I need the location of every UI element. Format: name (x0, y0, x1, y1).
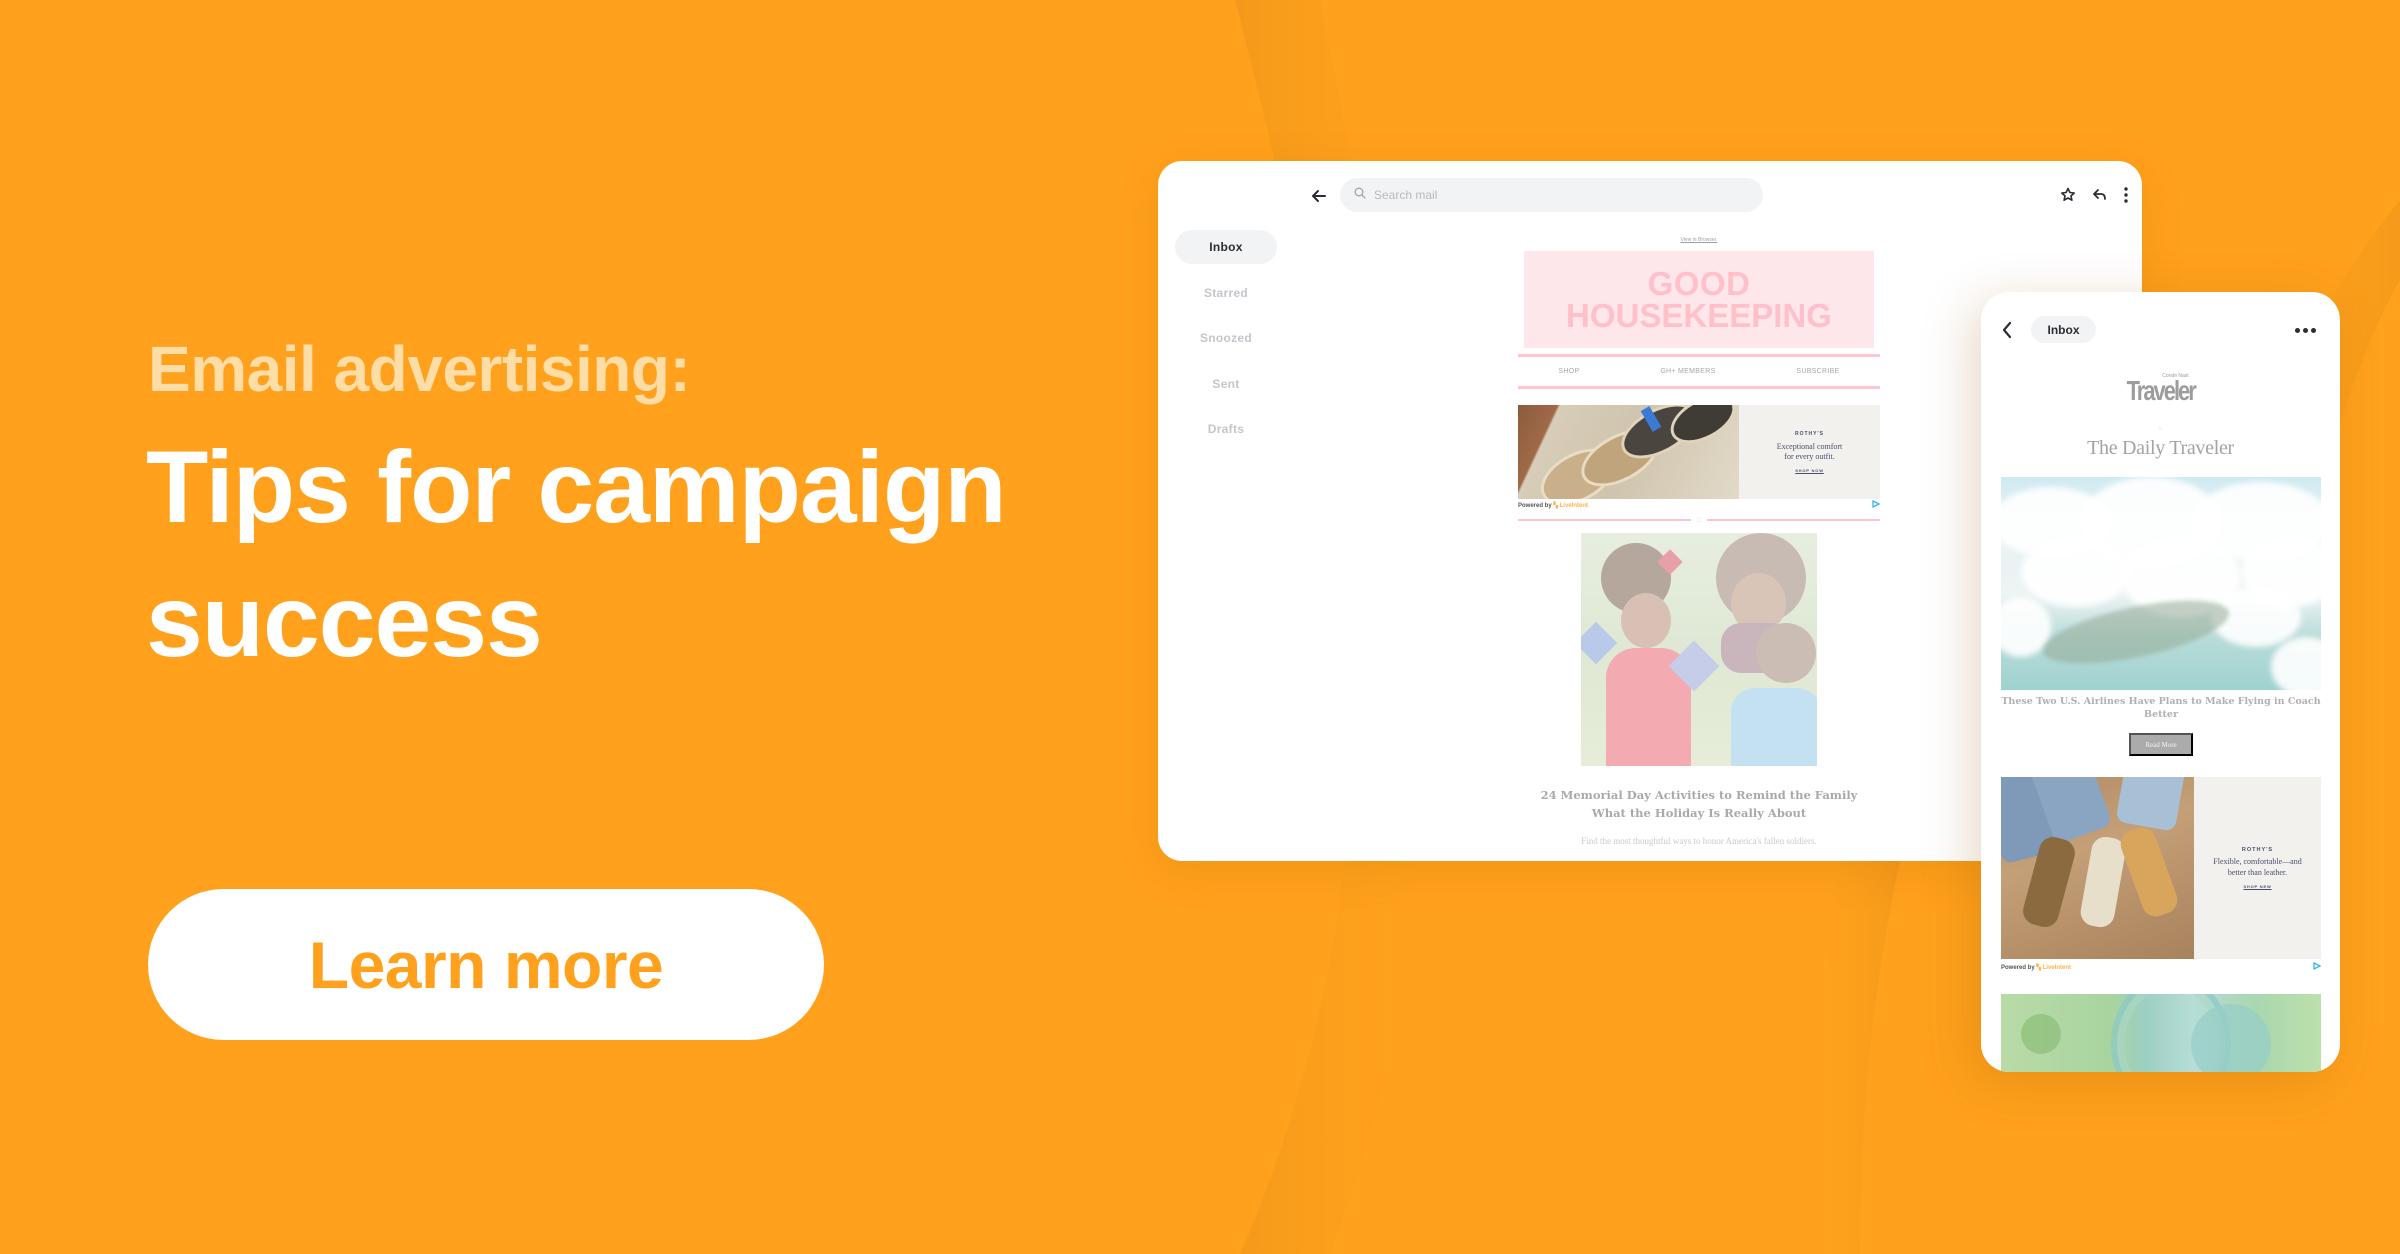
ornament-divider: ⁙ (1518, 514, 1881, 525)
liveintent-logo: ▚ LiveIntent (2036, 964, 2071, 971)
ad-brand: ROTHY'S (1794, 430, 1825, 437)
ad-shoes-image (1518, 405, 1739, 499)
headline: Tips for campaign success (146, 430, 1007, 678)
eyebrow-text: Email advertising: (148, 333, 691, 405)
ad-text: Flexible, comfortable—and better than le… (2213, 857, 2301, 879)
native-ad[interactable]: ROTHY'S Exceptional comfort for every ou… (1518, 405, 1880, 499)
clouds-photo (2001, 477, 2321, 690)
liveintent-text: LiveIntent (2042, 964, 2071, 971)
sidebar-item-starred[interactable]: Starred (1175, 276, 1277, 310)
bg-curve-2 (1810, 861, 1900, 1254)
more-horizontal-icon[interactable] (2295, 320, 2319, 340)
ad-text-line: Exceptional comfort (1776, 441, 1843, 451)
rice-terrace-photo (2001, 994, 2321, 1072)
reply-icon[interactable] (2090, 185, 2110, 205)
ad-text-line: better than leather. (2227, 867, 2288, 877)
more-vertical-icon[interactable] (2122, 185, 2130, 205)
powered-by-label: Powered by ▚ LiveIntent (2001, 964, 2071, 971)
message-actions (2058, 185, 2130, 205)
article-title-line: 24 Memorial Day Activities to Remind the… (1540, 788, 1858, 802)
article-title[interactable]: 24 Memorial Day Activities to Remind the… (1518, 786, 1880, 822)
email-nav: SHOP GH+ MEMBERS SUBSCRIBE (1518, 357, 1880, 386)
email-nav-members[interactable]: GH+ MEMBERS (1660, 368, 1715, 375)
ornament-icon: ⁙ (2157, 427, 2164, 433)
back-chevron-icon[interactable] (2000, 320, 2014, 340)
search-icon (1354, 186, 1366, 204)
sidebar-item-drafts[interactable]: Drafts (1175, 412, 1277, 446)
article-caption[interactable]: These Two U.S. Airlines Have Plans to Ma… (2001, 696, 2321, 721)
powered-by-row: Powered by ▚ LiveIntent (2001, 961, 2322, 972)
logo-big-text: Traveler (2126, 375, 2196, 406)
powered-by-text: Powered by (1518, 502, 1552, 509)
ad-copy: ROTHY'S Exceptional comfort for every ou… (1739, 405, 1880, 499)
divider (1518, 386, 1880, 389)
email-nav-shop[interactable]: SHOP (1558, 368, 1579, 375)
email-body: View in Browser. GOOD HOUSEKEEPING SHOP … (1518, 231, 1881, 846)
powered-by-row: Powered by ▚ LiveIntent (1518, 499, 1881, 511)
ad-shop-link[interactable]: SHOP NEW (2243, 884, 2271, 889)
brand-line-1: GOOD (1647, 265, 1751, 303)
email-nav-subscribe[interactable]: SUBSCRIBE (1796, 368, 1839, 375)
search-bar[interactable] (1340, 178, 1763, 212)
sidebar-item-snoozed[interactable]: Snoozed (1175, 321, 1277, 355)
view-in-browser-link[interactable]: View in Browser. (1518, 231, 1880, 251)
learn-more-button[interactable]: Learn more (148, 889, 824, 1040)
sidebar-item-sent[interactable]: Sent (1175, 367, 1277, 401)
traveler-logo: Condé Nast Traveler (1981, 374, 2340, 405)
article-subtitle: Find the most thoughtful ways to honor A… (1581, 836, 1817, 846)
mobile-mail-window: Inbox Condé Nast Traveler ⁙ The Daily Tr… (1981, 292, 2340, 1072)
star-icon[interactable] (2058, 185, 2078, 205)
liveintent-text: LiveIntent (1559, 502, 1588, 509)
liveintent-logo: ▚ LiveIntent (1553, 502, 1588, 509)
ad-flats-image (2001, 777, 2194, 959)
ad-copy: ROTHY'S Flexible, comfortable—and better… (2194, 777, 2321, 959)
brand-line-2: HOUSEKEEPING (1566, 296, 1832, 334)
ad-brand: ROTHY'S (2241, 846, 2274, 853)
adchoices-icon[interactable] (1872, 499, 1881, 510)
adchoices-icon[interactable] (2313, 961, 2322, 972)
back-arrow-icon[interactable] (1308, 185, 1330, 207)
ornament-icon: ⁙ (1695, 514, 1703, 525)
ad-text-line: for every outfit. (1784, 452, 1835, 461)
article-title-line: What the Holiday Is Really About (1591, 806, 1807, 820)
mail-sidebar: Inbox Starred Snoozed Sent Drafts (1175, 230, 1277, 458)
sidebar-item-inbox[interactable]: Inbox (1175, 230, 1277, 264)
native-ad[interactable]: ROTHY'S Flexible, comfortable—and better… (2001, 777, 2321, 959)
good-housekeeping-logo: GOOD HOUSEKEEPING (1524, 251, 1874, 348)
powered-by-text: Powered by (2001, 964, 2035, 971)
ad-text: Exceptional comfort for every outfit. (1777, 442, 1843, 463)
read-more-button[interactable]: Read More (2129, 733, 2193, 756)
newsletter-title: The Daily Traveler (2087, 437, 2234, 459)
search-input[interactable] (1374, 188, 1734, 202)
ad-shop-link[interactable]: SHOP NOW (1795, 468, 1824, 473)
family-photo (1581, 533, 1817, 766)
ad-text-line: Flexible, comfortable—and (2213, 856, 2302, 866)
powered-by-label: Powered by ▚ LiveIntent (1518, 502, 1588, 509)
inbox-pill[interactable]: Inbox (2031, 316, 2096, 343)
